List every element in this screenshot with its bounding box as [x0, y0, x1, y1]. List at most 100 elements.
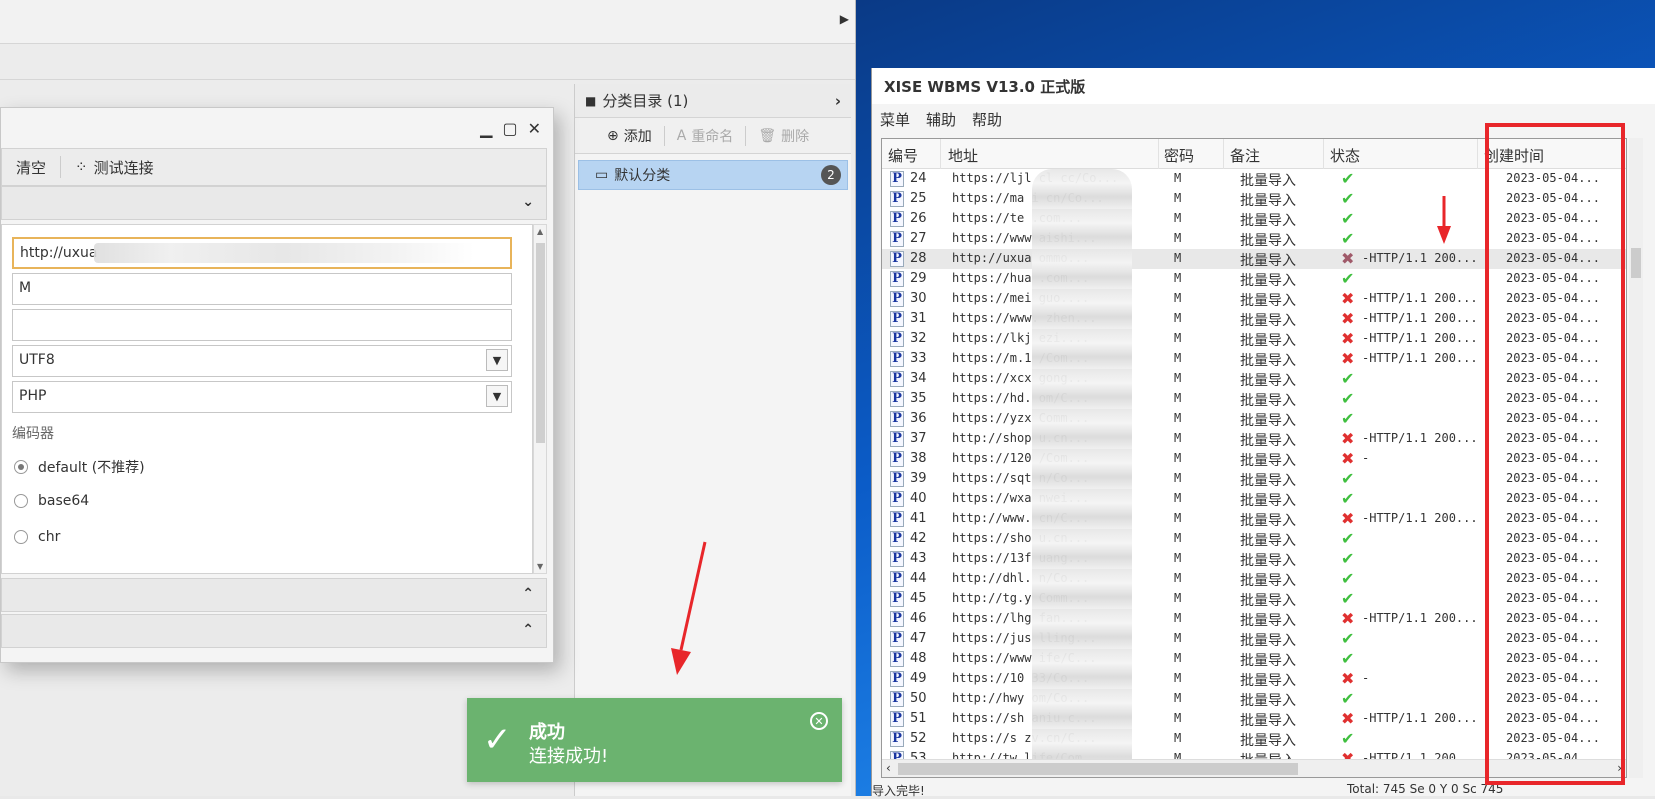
scroll-thumb[interactable]: [1631, 248, 1641, 278]
trash-icon: 🗑: [758, 127, 777, 144]
menu-item-main[interactable]: 菜单: [880, 109, 910, 130]
category-toolbar: ⊕ 添加 A 重命名 🗑 删除: [575, 118, 851, 154]
row-note: 批量导入: [1240, 473, 1296, 489]
row-id: 28: [910, 251, 927, 266]
accordion-section-2-header[interactable]: ⌃: [1, 578, 547, 612]
php-shell-icon: P: [890, 731, 904, 747]
column-divider: [940, 139, 941, 169]
menu-item-help[interactable]: 帮助: [972, 109, 1002, 130]
row-note: 批量导入: [1240, 273, 1296, 289]
column-divider: [1158, 139, 1159, 169]
row-password: M: [1174, 631, 1182, 645]
scroll-up-icon[interactable]: ▲: [537, 227, 543, 236]
redaction-blur: [1032, 169, 1132, 777]
encoder-radio-default[interactable]: default (不推荐): [14, 457, 145, 477]
scroll-left-icon[interactable]: ‹: [886, 761, 891, 775]
row-note: 批量导入: [1240, 193, 1296, 209]
php-shell-icon: P: [890, 491, 904, 507]
encoder-radio-chr[interactable]: chr: [14, 529, 60, 545]
row-note: 批量导入: [1240, 453, 1296, 469]
column-password[interactable]: 密码: [1164, 145, 1194, 166]
rename-category-button[interactable]: A 重命名: [665, 126, 746, 146]
column-id[interactable]: 编号: [888, 145, 918, 166]
php-shell-icon: P: [890, 351, 904, 367]
success-toast: ✓ 成功 连接成功! ✕: [467, 698, 842, 782]
category-item-default[interactable]: ▭ 默认分类 2: [578, 160, 848, 190]
note-input[interactable]: [12, 309, 512, 341]
row-note: 批量导入: [1240, 513, 1296, 529]
row-note: 批量导入: [1240, 433, 1296, 449]
category-count-badge: 2: [821, 165, 841, 185]
row-id: 48: [910, 651, 927, 666]
php-shell-icon: P: [890, 531, 904, 547]
menu-item-tools[interactable]: 辅助: [926, 109, 956, 130]
scroll-thumb[interactable]: [898, 763, 1298, 775]
checkmark-icon: ✓: [483, 720, 512, 760]
row-note: 批量导入: [1240, 233, 1296, 249]
row-password: M: [1174, 371, 1182, 385]
php-shell-icon: P: [890, 171, 904, 187]
maximize-icon[interactable]: ▢: [502, 119, 517, 138]
chevron-right-icon[interactable]: ▶: [840, 12, 849, 26]
vertical-scrollbar[interactable]: [1629, 138, 1643, 778]
delete-category-button[interactable]: 🗑 删除: [746, 126, 821, 146]
row-status-message: -HTTP/1.1 200...: [1362, 331, 1478, 345]
password-input[interactable]: M: [12, 273, 512, 305]
row-id: 27: [910, 231, 927, 246]
window-title: XISE WBMS V13.0 正式版: [872, 68, 1655, 104]
encoder-radio-base64[interactable]: base64: [14, 493, 89, 509]
toast-title: 成功: [529, 722, 565, 743]
encoding-select[interactable]: UTF8 ▼: [12, 345, 512, 377]
column-divider: [1323, 139, 1324, 169]
column-url[interactable]: 地址: [948, 145, 978, 166]
row-id: 31: [910, 311, 927, 326]
row-password: M: [1174, 591, 1182, 605]
chevron-up-icon: ⌃: [522, 622, 534, 638]
row-password: M: [1174, 571, 1182, 585]
accordion-basic-header[interactable]: ⌄: [1, 186, 547, 220]
row-password: M: [1174, 291, 1182, 305]
dialog-toolbar: 清空 ⁘ 测试连接: [1, 148, 547, 186]
row-id: 45: [910, 591, 927, 606]
php-shell-icon: P: [890, 611, 904, 627]
chevron-right-icon[interactable]: ›: [835, 92, 841, 110]
delete-label: 删除: [781, 128, 810, 145]
success-check-icon: ✔: [1341, 269, 1355, 288]
status-left: 导入完毕!: [872, 784, 925, 798]
failure-cross-icon: ✖: [1341, 309, 1355, 328]
dialog-titlebar: ▁ ▢ ✕: [1, 108, 553, 148]
type-select[interactable]: PHP ▼: [12, 381, 512, 413]
test-connection-button[interactable]: ⁘ 测试连接: [61, 157, 168, 178]
minimize-icon[interactable]: ▁: [480, 119, 492, 138]
success-check-icon: ✔: [1341, 169, 1355, 188]
row-id: 32: [910, 331, 927, 346]
dialog-scrollbar[interactable]: ▲ ▼: [533, 224, 547, 574]
row-note: 批量导入: [1240, 713, 1296, 729]
url-input[interactable]: http://uxua: [12, 237, 512, 269]
row-password: M: [1174, 731, 1182, 745]
clear-button[interactable]: 清空: [2, 157, 60, 178]
add-category-button[interactable]: ⊕ 添加: [595, 126, 664, 146]
scroll-down-icon[interactable]: ▼: [537, 562, 543, 571]
toast-close-icon[interactable]: ✕: [810, 712, 828, 730]
column-status[interactable]: 状态: [1330, 145, 1360, 166]
row-password: M: [1174, 311, 1182, 325]
row-id: 36: [910, 411, 927, 426]
row-id: 37: [910, 431, 927, 446]
row-note: 批量导入: [1240, 413, 1296, 429]
encoder-option-label: default (不推荐): [38, 460, 145, 476]
row-note: 批量导入: [1240, 333, 1296, 349]
column-note[interactable]: 备注: [1230, 145, 1260, 166]
failure-cross-icon: ✖: [1341, 329, 1355, 348]
row-status-message: -HTTP/1.1 200...: [1362, 431, 1478, 445]
row-id: 40: [910, 491, 927, 506]
row-note: 批量导入: [1240, 673, 1296, 689]
close-icon[interactable]: ✕: [528, 119, 541, 138]
failure-cross-icon: ✖: [1341, 449, 1355, 468]
row-password: M: [1174, 171, 1182, 185]
row-password: M: [1174, 251, 1182, 265]
scroll-thumb[interactable]: [536, 243, 545, 443]
accordion-section-3-header[interactable]: ⌃: [1, 614, 547, 648]
php-shell-icon: P: [890, 651, 904, 667]
row-id: 44: [910, 571, 927, 586]
